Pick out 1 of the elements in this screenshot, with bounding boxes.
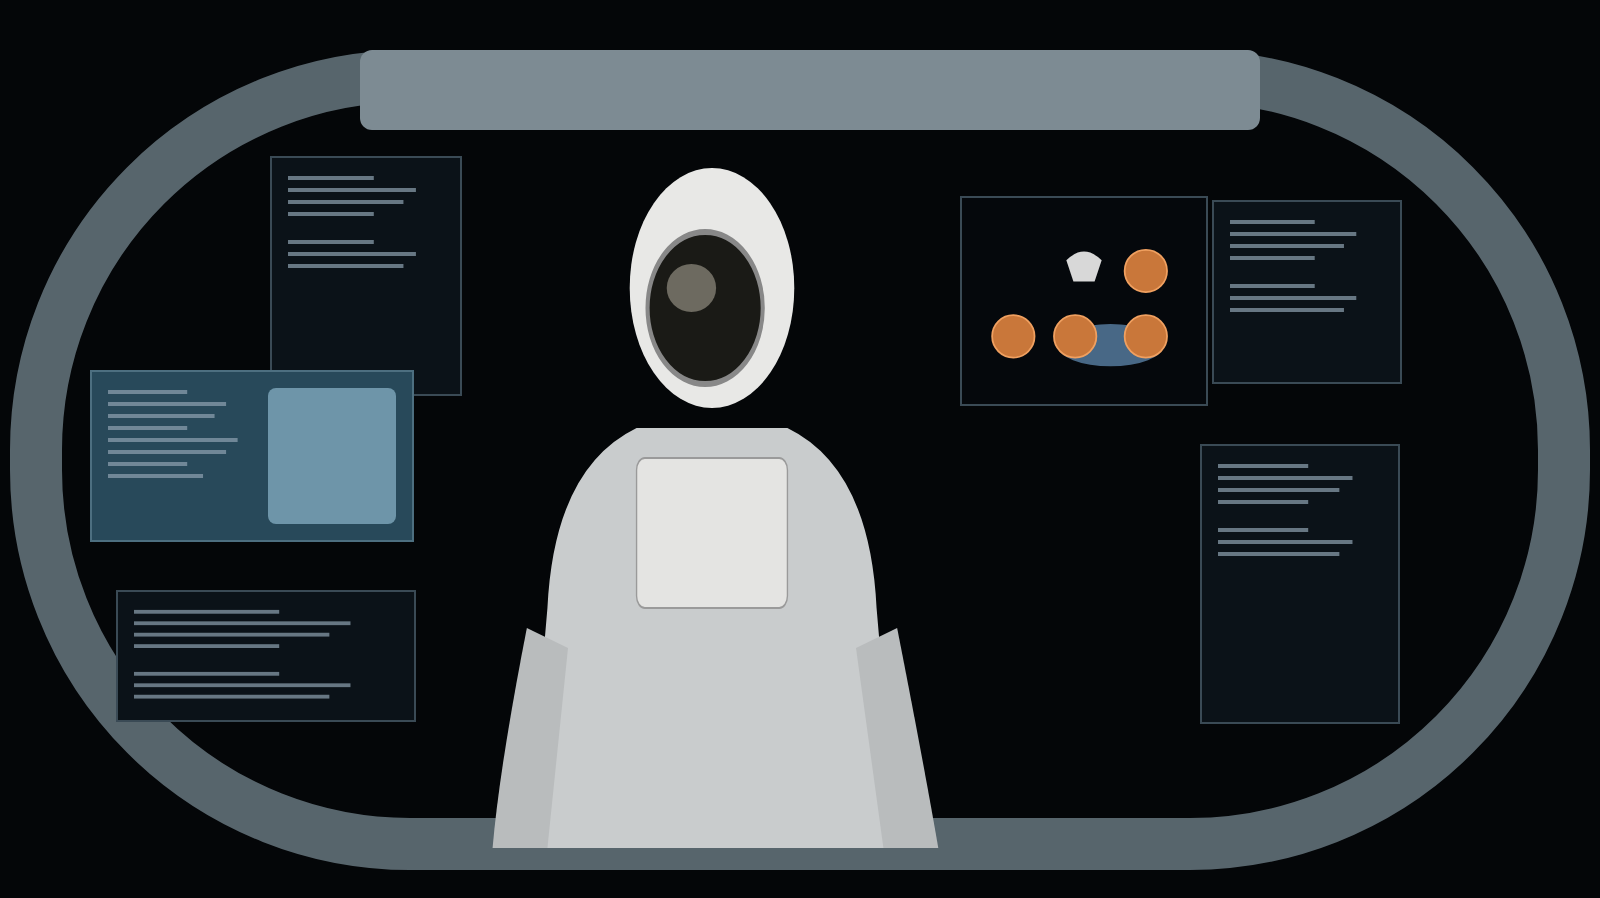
photo-placeholder xyxy=(268,388,396,524)
